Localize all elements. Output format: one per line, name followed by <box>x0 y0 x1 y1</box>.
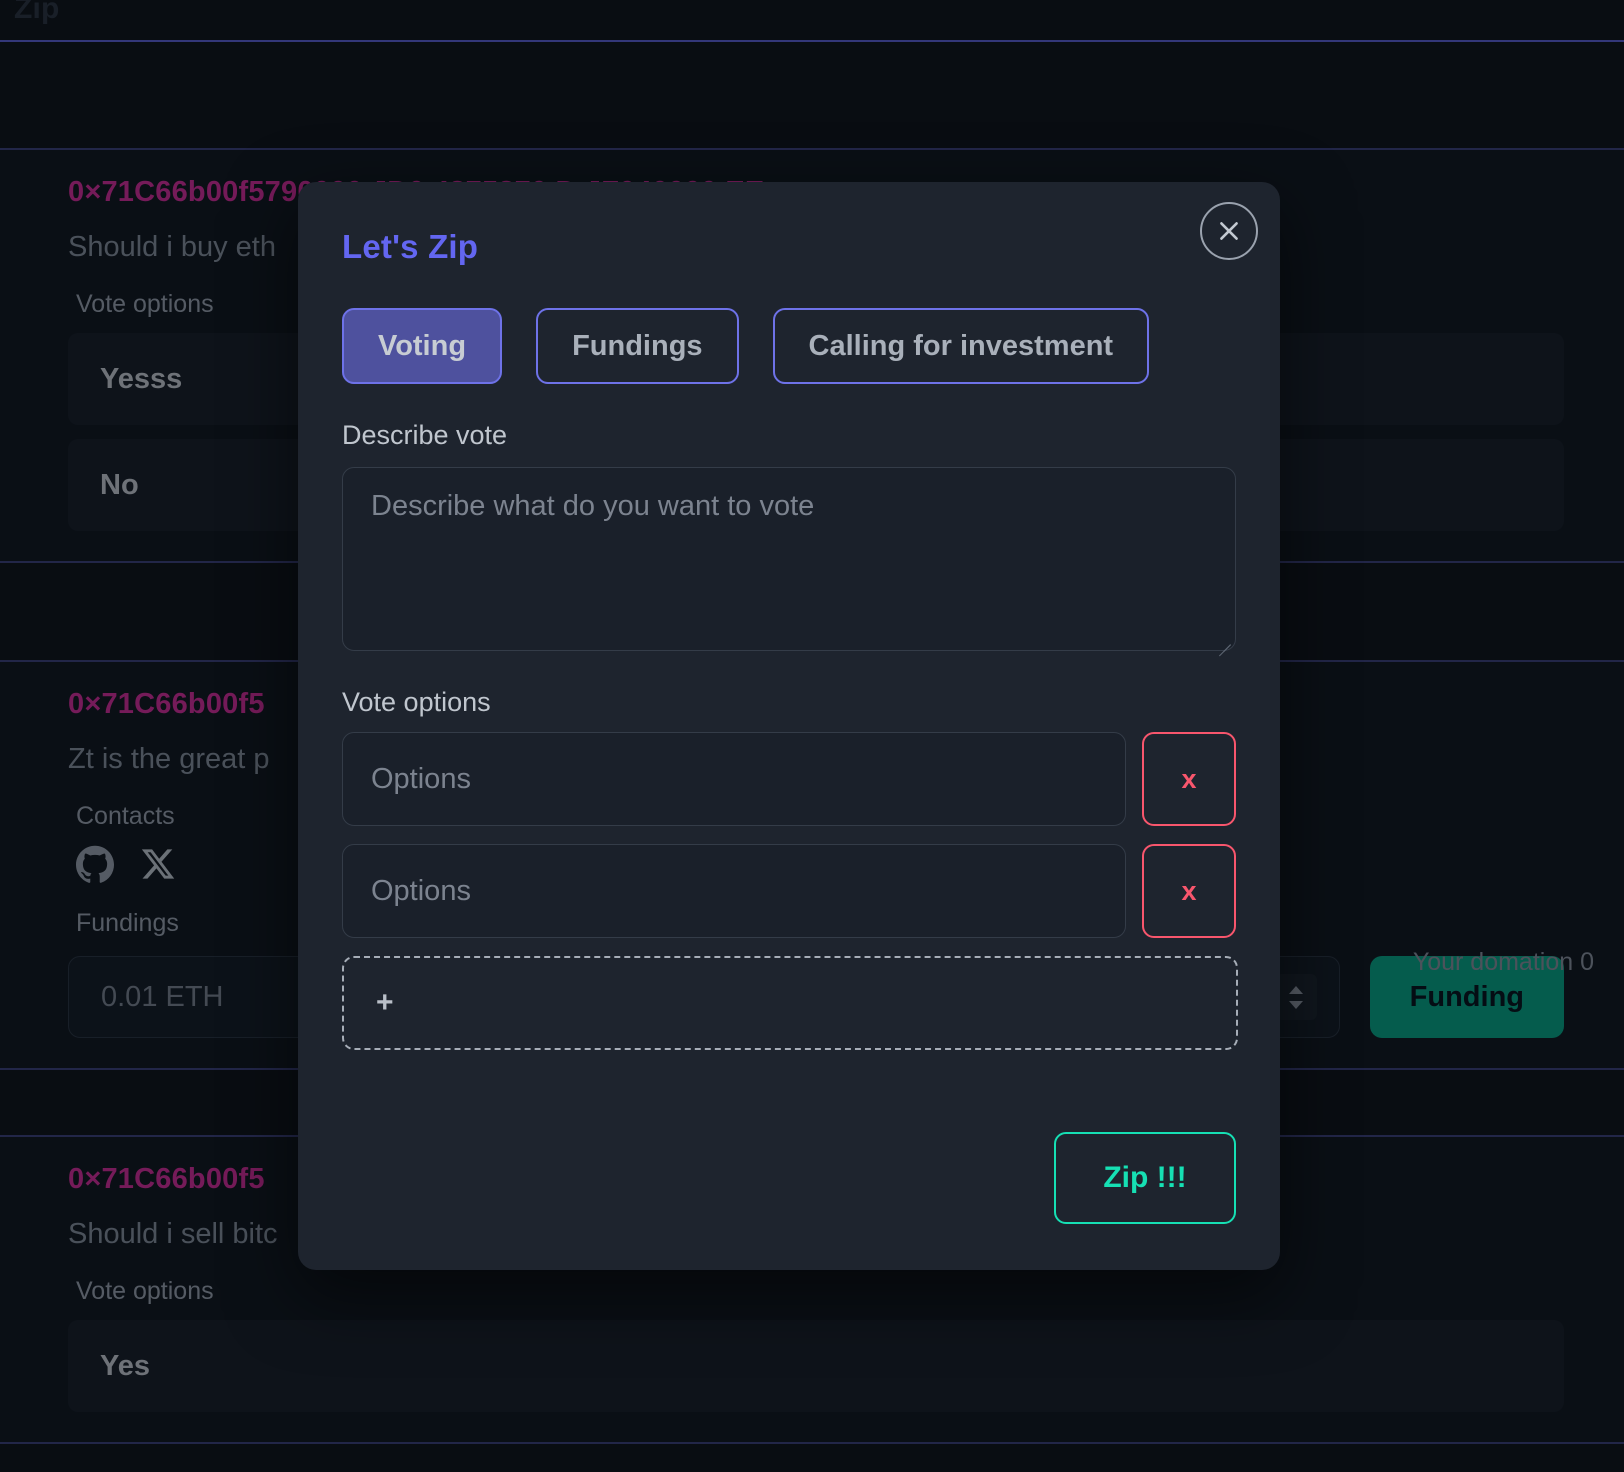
vote-option-placeholder: Options <box>371 874 471 907</box>
tab-calling-for-investment[interactable]: Calling for investment <box>772 308 1150 384</box>
tab-voting[interactable]: Voting <box>342 308 503 384</box>
vote-options-label: Vote options <box>342 687 491 717</box>
describe-vote-input[interactable]: Describe what do you want to vote <box>342 467 1236 657</box>
tab-fundings[interactable]: Fundings <box>536 308 739 384</box>
describe-vote-placeholder: Describe what do you want to vote <box>371 490 815 522</box>
vote-option-input[interactable]: Options <box>342 844 1126 938</box>
app-root: Zip 0×71C66b00f5790000 JD0 4875870 D JF0… <box>0 0 1624 1472</box>
vote-option-placeholder: Options <box>371 762 471 795</box>
lets-zip-modal: Let's Zip Voting Fundings Calling for in… <box>298 182 1280 1270</box>
modal-title: Let's Zip <box>342 228 479 265</box>
delete-option-button[interactable]: x <box>1142 844 1236 938</box>
describe-vote-label: Describe vote <box>342 420 508 450</box>
vote-option-input-row: Options x <box>342 844 1236 938</box>
add-option-button[interactable]: + <box>342 956 1238 1050</box>
modal-footer: Zip !!! <box>342 1132 1236 1224</box>
modal-tab-list: Voting Fundings Calling for investment <box>342 308 1236 384</box>
close-icon[interactable] <box>1200 202 1258 260</box>
vote-option-input-row: Options x <box>342 732 1236 826</box>
vote-option-input[interactable]: Options <box>342 732 1126 826</box>
delete-option-button[interactable]: x <box>1142 732 1236 826</box>
zip-submit-button[interactable]: Zip !!! <box>1054 1132 1236 1224</box>
vote-options-list: Options x Options x + <box>342 732 1238 1050</box>
resize-handle-icon[interactable] <box>1213 629 1231 657</box>
